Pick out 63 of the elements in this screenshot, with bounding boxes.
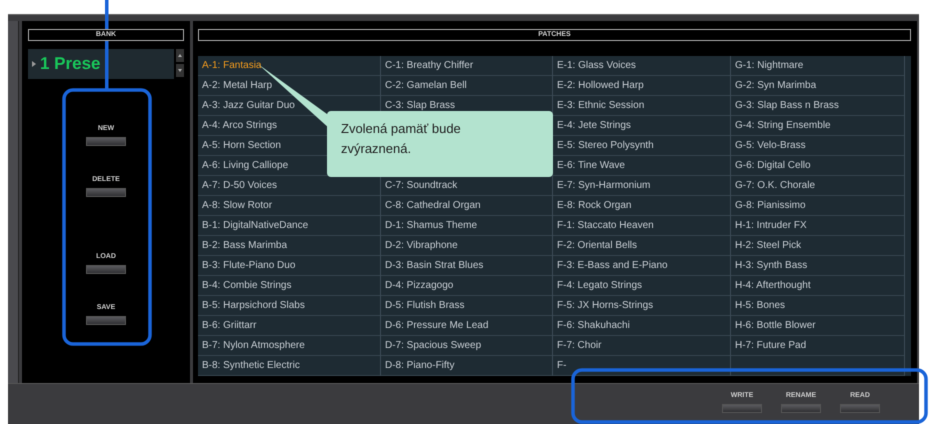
patch-item[interactable]: D-5: Flutish Brass bbox=[381, 296, 552, 316]
patch-item[interactable]: B-3: Flute-Piano Duo bbox=[198, 256, 380, 276]
patch-item[interactable]: B-7: Nylon Atmosphere bbox=[198, 336, 380, 356]
patch-item[interactable]: A-8: Slow Rotor bbox=[198, 196, 380, 216]
patch-item[interactable]: D-7: Spacious Sweep bbox=[381, 336, 552, 356]
patch-item[interactable]: H-7: Future Pad bbox=[731, 336, 904, 356]
patch-item[interactable]: H-6: Bottle Blower bbox=[731, 316, 904, 336]
play-icon bbox=[32, 61, 36, 67]
patch-item[interactable]: H-1: Intruder FX bbox=[731, 216, 904, 236]
patch-item[interactable]: C-1: Breathy Chiffer bbox=[381, 56, 552, 76]
patch-item[interactable]: E-3: Ethnic Session bbox=[553, 96, 730, 116]
patch-item[interactable]: B-6: Griittarr bbox=[198, 316, 380, 336]
patch-item[interactable]: E-1: Glass Voices bbox=[553, 56, 730, 76]
preset-field[interactable]: 1 Prese bbox=[28, 49, 174, 79]
patch-item[interactable]: F-6: Shakuhachi bbox=[553, 316, 730, 336]
panel-button[interactable] bbox=[781, 404, 821, 413]
patch-item[interactable]: D-3: Basin Strat Blues bbox=[381, 256, 552, 276]
patch-item[interactable]: H-3: Synth Bass bbox=[731, 256, 904, 276]
panel-button[interactable] bbox=[840, 404, 880, 413]
patch-item[interactable]: G-5: Velo-Brass bbox=[731, 136, 904, 156]
patch-item[interactable]: F-7: Choir bbox=[553, 336, 730, 356]
patch-item[interactable]: E-2: Hollowed Harp bbox=[553, 76, 730, 96]
patch-item[interactable]: G-6: Digital Cello bbox=[731, 156, 904, 176]
patch-item[interactable]: F-2: Oriental Bells bbox=[553, 236, 730, 256]
patch-item[interactable]: C-8: Cathedral Organ bbox=[381, 196, 552, 216]
patch-item[interactable]: B-1: DigitalNativeDance bbox=[198, 216, 380, 236]
patch-item[interactable]: C-2: Gamelan Bell bbox=[381, 76, 552, 96]
patch-item[interactable]: H-5: Bones bbox=[731, 296, 904, 316]
patch-item[interactable]: G-1: Nightmare bbox=[731, 56, 904, 76]
bank-button[interactable] bbox=[86, 188, 126, 197]
patch-item[interactable]: E-8: Rock Organ bbox=[553, 196, 730, 216]
panel-button[interactable] bbox=[722, 404, 762, 413]
patch-item[interactable]: F-3: E-Bass and E-Piano bbox=[553, 256, 730, 276]
patch-item[interactable]: G-8: Pianissimo bbox=[731, 196, 904, 216]
bank-button[interactable] bbox=[86, 265, 126, 274]
patch-item[interactable]: F- bbox=[553, 356, 730, 376]
patch-item[interactable]: D-8: Piano-Fifty bbox=[381, 356, 552, 376]
patch-item[interactable]: G-4: String Ensemble bbox=[731, 116, 904, 136]
bank-button[interactable] bbox=[86, 316, 126, 325]
patch-item[interactable]: B-2: Bass Marimba bbox=[198, 236, 380, 256]
patch-item[interactable]: D-1: Shamus Theme bbox=[381, 216, 552, 236]
patch-item[interactable]: F-1: Staccato Heaven bbox=[553, 216, 730, 236]
patch-item[interactable]: E-7: Syn-Harmonium bbox=[553, 176, 730, 196]
down-arrow-icon bbox=[178, 69, 182, 72]
patch-item[interactable]: D-6: Pressure Me Lead bbox=[381, 316, 552, 336]
patch-item[interactable]: D-4: Pizzagogo bbox=[381, 276, 552, 296]
up-arrow-icon bbox=[178, 54, 182, 57]
patch-item[interactable]: G-3: Slap Bass n Brass bbox=[731, 96, 904, 116]
patch-item[interactable]: H-2: Steel Pick bbox=[731, 236, 904, 256]
patch-item[interactable]: F-5: JX Horns-Strings bbox=[553, 296, 730, 316]
patch-item[interactable]: B-8: Synthetic Electric bbox=[198, 356, 380, 376]
patch-item[interactable]: D-2: Vibraphone bbox=[381, 236, 552, 256]
patch-item[interactable]: G-7: O.K. Chorale bbox=[731, 176, 904, 196]
patch-item[interactable]: G-2: Syn Marimba bbox=[731, 76, 904, 96]
up-button[interactable] bbox=[176, 49, 184, 62]
patch-item[interactable]: E-6: Tine Wave bbox=[553, 156, 730, 176]
patch-item[interactable]: B-4: Combie Strings bbox=[198, 276, 380, 296]
patch-item[interactable]: H-4: Afterthought bbox=[731, 276, 904, 296]
bank-button[interactable] bbox=[86, 137, 126, 146]
callout-tooltip: Zvolená pamäť bude zvýraznená. bbox=[327, 111, 553, 177]
down-button[interactable] bbox=[176, 64, 184, 77]
patch-item[interactable]: F-4: Legato Strings bbox=[553, 276, 730, 296]
patch-item[interactable]: B-5: Harpsichord Slabs bbox=[198, 296, 380, 316]
